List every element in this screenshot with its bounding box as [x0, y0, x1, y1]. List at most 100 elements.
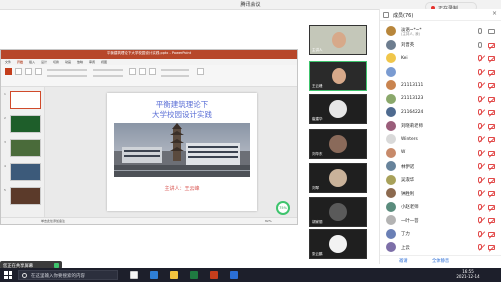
camera-icon[interactable]	[488, 218, 495, 223]
microphone-icon[interactable]	[478, 244, 482, 250]
microphone-icon[interactable]	[478, 95, 482, 102]
video-tile[interactable]: 刘华东	[309, 129, 367, 159]
quick-styles-icon[interactable]	[149, 68, 156, 75]
video-tile[interactable]: 张云鹏	[309, 229, 367, 259]
camera-icon[interactable]	[488, 42, 495, 48]
ppt-tab[interactable]: 文件	[5, 60, 11, 64]
tray-clock[interactable]: 16:55 2021-12-14	[450, 269, 486, 279]
participant-row[interactable]: 上云	[386, 241, 498, 254]
camera-icon[interactable]	[488, 137, 495, 142]
camera-icon[interactable]	[488, 96, 495, 102]
slide-thumbnail[interactable]	[10, 115, 41, 133]
microphone-icon[interactable]	[478, 230, 482, 237]
paragraph-row[interactable]	[93, 69, 123, 71]
camera-icon[interactable]	[488, 150, 495, 156]
camera-icon[interactable]	[488, 110, 495, 115]
video-tile[interactable]: 刘琴	[309, 163, 367, 193]
arrange-icon[interactable]	[139, 68, 146, 75]
ppt-tab[interactable]: 放映	[77, 60, 83, 64]
participant-row[interactable]: 21113111	[386, 79, 498, 92]
participant-row[interactable]: 吴淑华	[386, 174, 498, 187]
microphone-icon[interactable]	[478, 176, 482, 183]
participant-row[interactable]: 21113123	[386, 93, 498, 106]
taskbar-search[interactable]: 在这里输入你要搜索的内容	[18, 270, 118, 280]
windows-start-icon[interactable]	[4, 271, 12, 279]
camera-icon[interactable]	[488, 204, 495, 210]
excel-icon[interactable]	[190, 271, 198, 279]
participant-row[interactable]: Winters	[386, 133, 498, 146]
microphone-icon[interactable]	[478, 136, 482, 142]
current-slide[interactable]: 平衡建筑理论下 大学校园设计实践 主讲人：王云峰	[107, 93, 257, 211]
participant-row[interactable]: W	[386, 147, 498, 160]
participant-row[interactable]: 21164224	[386, 106, 498, 119]
invite-button[interactable]: 邀请	[399, 258, 408, 264]
camera-icon[interactable]	[488, 123, 495, 129]
new-slide-icon[interactable]	[15, 68, 22, 75]
font-selector[interactable]	[47, 69, 87, 71]
find-icon[interactable]	[197, 68, 204, 75]
microphone-icon[interactable]	[478, 68, 482, 75]
shape-outline-row[interactable]	[161, 75, 189, 77]
video-tile[interactable]: 崔建华	[309, 94, 367, 124]
camera-icon[interactable]	[488, 191, 495, 196]
microphone-icon[interactable]	[478, 109, 482, 115]
alignment-row[interactable]	[93, 75, 123, 77]
slide-thumbnail[interactable]	[10, 187, 41, 205]
camera-icon[interactable]	[488, 231, 495, 237]
camera-icon[interactable]	[488, 164, 495, 169]
camera-icon[interactable]	[488, 245, 495, 250]
ppt-tab[interactable]: 视图	[101, 60, 107, 64]
layout-icon[interactable]	[25, 68, 32, 75]
video-tile[interactable]: 胡家丽	[309, 197, 367, 227]
slide-thumbnail[interactable]	[10, 91, 41, 109]
ppt-tab[interactable]: 开始	[17, 60, 23, 64]
camera-icon[interactable]	[488, 69, 495, 75]
participant-row[interactable]: Kei	[386, 52, 498, 65]
microphone-icon[interactable]	[478, 163, 482, 169]
participant-row[interactable]	[386, 66, 498, 79]
participant-row[interactable]: 一叶一菩	[386, 214, 498, 227]
tencent-meeting-icon[interactable]	[230, 271, 238, 279]
reset-icon[interactable]	[35, 68, 42, 75]
microphone-icon[interactable]	[478, 149, 482, 156]
font-format-row[interactable]	[47, 75, 87, 77]
zoom-level[interactable]: 82%	[265, 219, 272, 223]
participant-row[interactable]: 淡语~*~* (主持人, 我)	[386, 25, 498, 38]
microphone-icon[interactable]	[478, 203, 482, 210]
ppt-tab[interactable]: 动画	[65, 60, 71, 64]
camera-icon[interactable]	[488, 177, 495, 183]
microphone-icon[interactable]	[478, 190, 482, 196]
camera-icon[interactable]	[488, 56, 495, 61]
file-explorer-icon[interactable]	[170, 271, 178, 279]
ppt-tab[interactable]: 审阅	[89, 60, 95, 64]
ppt-tab[interactable]: 设计	[41, 60, 47, 64]
task-view-icon[interactable]	[130, 271, 138, 279]
video-tile[interactable]: 主讲人	[309, 25, 367, 55]
shapes-icon[interactable]	[129, 68, 136, 75]
participant-row[interactable]: 小赵老师	[386, 201, 498, 214]
participant-row[interactable]: 丁力	[386, 228, 498, 241]
ppt-tab[interactable]: 切换	[53, 60, 59, 64]
powerpoint-icon[interactable]	[210, 271, 218, 279]
paste-icon[interactable]	[5, 68, 12, 75]
microphone-icon[interactable]	[478, 41, 482, 48]
mute-all-button[interactable]: 全体静音	[432, 258, 449, 264]
close-icon[interactable]: ×	[492, 10, 497, 17]
participant-row[interactable]: 刘晋英	[386, 39, 498, 52]
camera-icon[interactable]	[488, 29, 495, 34]
notes-placeholder[interactable]: 单击此处添加备注	[41, 219, 65, 223]
microphone-icon[interactable]	[478, 82, 482, 88]
participant-row[interactable]: 刘晓莉老师	[386, 120, 498, 133]
microphone-icon[interactable]	[478, 28, 482, 34]
video-tile[interactable]: 王云峰	[309, 61, 367, 91]
microphone-icon[interactable]	[478, 55, 482, 61]
microphone-icon[interactable]	[478, 122, 482, 129]
slide-thumbnail[interactable]	[10, 163, 41, 181]
slide-thumbnail[interactable]	[10, 139, 41, 157]
participant-row[interactable]: 钟胜利	[386, 187, 498, 200]
participant-row[interactable]: 林伊诺	[386, 160, 498, 173]
camera-icon[interactable]	[488, 83, 495, 88]
shape-fill-row[interactable]	[161, 69, 189, 71]
edge-icon[interactable]	[150, 271, 158, 279]
network-quality-badge[interactable]: 75%	[276, 201, 290, 215]
